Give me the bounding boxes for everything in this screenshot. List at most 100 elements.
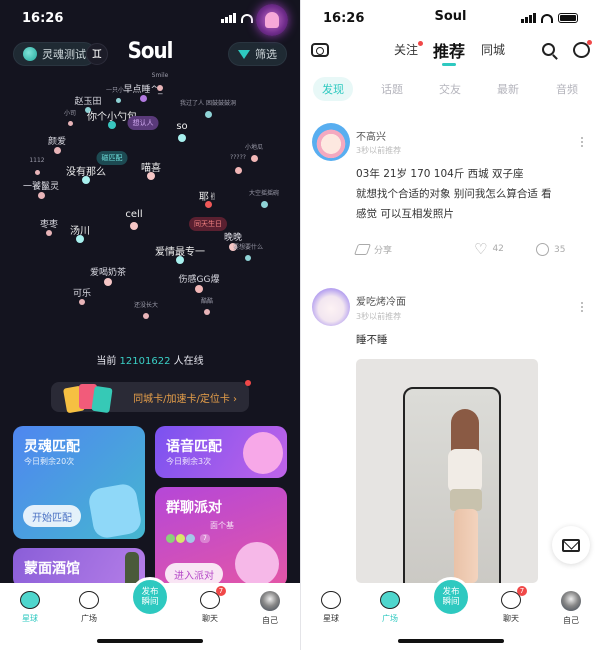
user-star-label: ????? [230,153,246,161]
tab-me[interactable]: 自己 [549,591,593,626]
post-line: 就想找个合适的对象 别问我怎么算合适 看 [356,188,552,200]
user-star[interactable] [195,285,203,293]
user-star-label: 酷酷 [200,298,214,305]
user-star-label: 要想要什么 [232,244,264,251]
tab-following[interactable]: 关注 [394,41,424,58]
user-star[interactable] [204,110,212,118]
group-party-tile[interactable]: 群聊派对 面个基 7 进入派对 [155,487,287,587]
online-number: 12101622 [119,356,171,367]
user-star[interactable] [234,166,242,174]
user-star[interactable] [143,313,149,319]
tab-chat[interactable]: 7 聊天 [188,586,232,624]
tab-recommend[interactable]: 推荐 [433,38,465,62]
user-star[interactable] [250,154,258,162]
user-star-label: cell [125,209,143,220]
filter-icon [238,49,250,59]
avatar [260,591,280,611]
start-match-button[interactable]: 开始匹配 [23,505,81,527]
chat-icon: 7 [501,586,527,609]
user-star[interactable] [104,278,112,286]
author-name[interactable]: 爱吃烤冷面 [356,293,406,308]
star-map[interactable]: Smile 一只小… 早点睡^_ 赵玉田 小司 你个小勺包 so 我过了人 困鼓鼓鼓洞 颜爱 没有… [0,72,300,346]
tab-square[interactable]: 广场 [67,591,111,624]
filter-label: 筛选 [255,48,277,61]
soul-match-title: 灵魂匹配 [24,439,80,455]
share-button[interactable]: 分享 [353,243,392,256]
user-star[interactable] [178,134,186,142]
user-star-label: 爱喝奶茶 [89,268,127,278]
post-line: 睡不睡 [356,334,388,346]
user-star-label: 喵喜 [141,163,161,174]
planet-icon [20,591,40,609]
user-star[interactable] [46,230,52,236]
birthday-tag: 同天生日 [189,217,227,231]
user-star-label: so [176,121,188,132]
ghost-avatar-button[interactable] [256,4,288,36]
notification-dot [418,41,424,46]
user-star[interactable] [53,146,61,154]
user-star[interactable] [260,200,268,208]
feed-header: 关注 推荐 同城 [301,38,600,68]
more-icon[interactable] [581,302,584,314]
user-star-label: 早点睡^_ [123,84,163,95]
user-star[interactable] [115,97,121,103]
planet-icon [321,591,341,609]
filter-button[interactable]: 筛选 [228,42,287,66]
avatar [561,591,581,611]
user-star[interactable] [79,299,85,305]
subtab-audio[interactable]: 音频 [556,81,578,97]
sub-tabs: 发现 话题 交友 最新 音频 [301,77,600,101]
user-star-label: Smile [151,72,169,79]
user-star[interactable] [67,120,73,126]
user-star[interactable] [37,191,45,199]
tab-planet[interactable]: 星球 [309,591,353,624]
author-avatar[interactable] [312,288,350,326]
tab-label: 自己 [262,616,278,625]
user-star[interactable] [130,222,138,230]
subtab-latest[interactable]: 最新 [497,81,519,97]
comment-button[interactable]: 35 [536,243,565,256]
like-count: 42 [492,244,504,254]
tab-label: 广场 [382,614,398,623]
tab-same-city[interactable]: 同城 [481,41,505,58]
search-icon[interactable] [542,43,555,56]
user-star[interactable] [245,255,251,261]
like-button[interactable]: ♡ 42 [474,240,504,258]
user-star-label: 我过了人 困鼓鼓鼓洞 [180,99,236,107]
masked-bar-tile[interactable]: 蒙面酒馆 [13,548,145,588]
tab-chat[interactable]: 7 聊天 [489,586,533,624]
user-star[interactable] [34,169,40,175]
author-name[interactable]: 不高兴 [356,128,386,143]
subtab-discover[interactable]: 发现 [313,77,353,101]
post-line: 感觉 可以互相发照片 [356,208,454,220]
publish-button[interactable]: 发布 瞬间 [431,577,471,617]
post-photo[interactable] [356,359,538,583]
cards-banner[interactable]: 同城卡/加速卡/定位卡 › [51,380,251,414]
enter-party-button[interactable]: 进入派对 [165,563,223,585]
post-actions: 分享 ♡ 42 35 [353,240,586,259]
publish-button[interactable]: 发布 瞬间 [130,577,170,617]
tab-label: 星球 [22,614,38,623]
voice-match-tile[interactable]: 语音匹配 今日剩余3次 [155,426,287,478]
subtab-topic[interactable]: 话题 [381,81,403,97]
message-button[interactable] [552,526,590,564]
tab-me[interactable]: 自己 [248,591,292,626]
notification-dot [587,40,592,45]
user-star[interactable] [204,309,210,315]
user-star[interactable] [139,94,147,102]
photo-subject [454,509,478,583]
heart-icon: ♡ [474,240,488,258]
soul-match-tile[interactable]: 灵魂匹配 今日剩余20次 开始匹配 [13,426,145,539]
tab-planet[interactable]: 星球 [8,591,52,624]
post-time: 3秒以前推荐 [356,146,402,155]
more-icon[interactable] [581,137,584,149]
tab-square[interactable]: 广场 [368,591,412,624]
camera-icon[interactable] [311,43,329,57]
envelope-icon [562,538,580,552]
online-suffix: 人在线 [173,356,204,367]
chat-badge: 7 [216,586,226,596]
subtab-friends[interactable]: 交友 [439,81,461,97]
music-icon[interactable] [573,40,592,58]
author-avatar[interactable] [312,123,350,161]
user-star-label: 枣枣 [39,220,59,230]
